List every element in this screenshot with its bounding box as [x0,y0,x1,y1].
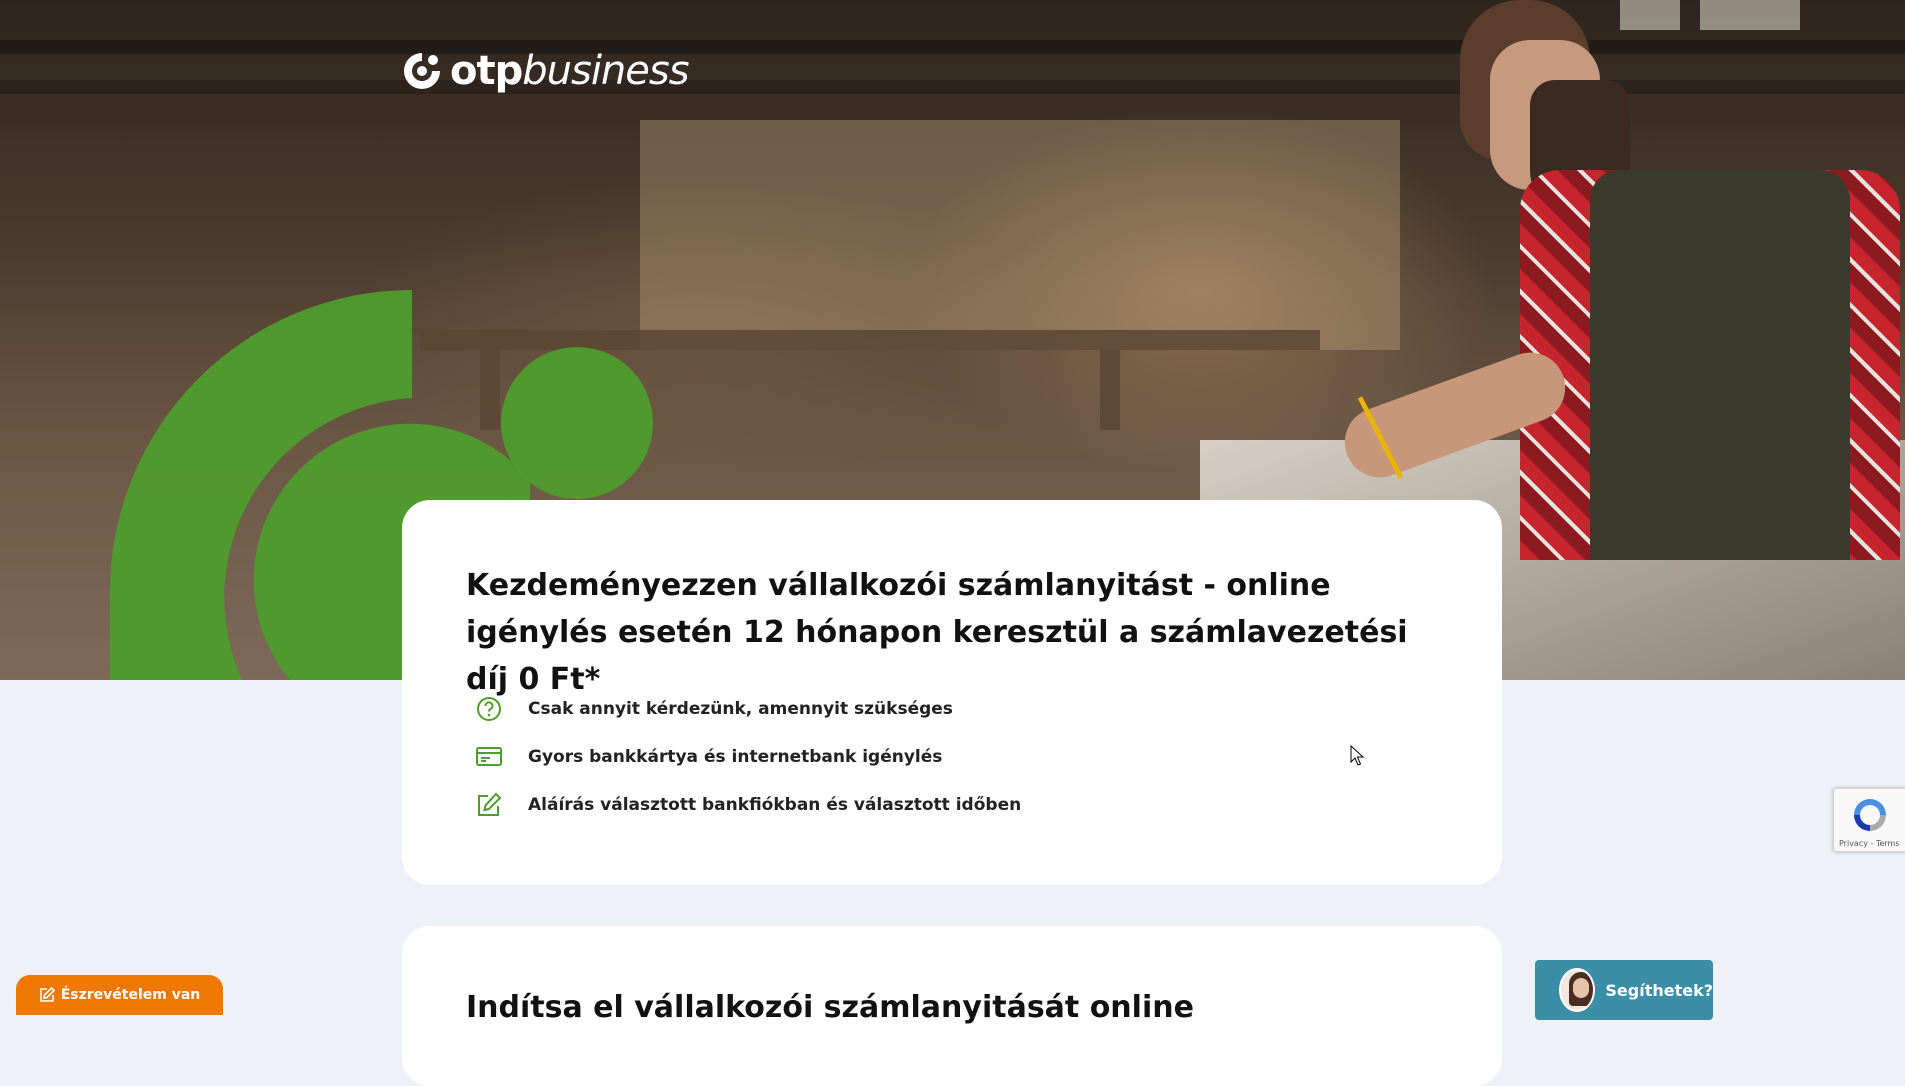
avatar [1559,968,1596,1012]
logo-wordmark: otpbusiness [450,48,690,94]
list-item: Gyors bankkártya és internetbank igénylé… [474,733,1021,781]
application-card: Indítsa el vállalkozói számlanyitását on… [402,926,1502,1086]
feature-list: Csak annyit kérdezünk, amennyit szüksége… [474,685,1021,829]
help-button-label: Segíthetek? [1605,980,1713,1000]
list-item: Aláírás választott bankfiókban és válasz… [474,781,1021,829]
intro-card: Kezdeményezzen vállalkozói számlanyitást… [402,500,1502,885]
recaptcha-badge[interactable]: Privacy - Terms [1833,788,1905,852]
edit-icon [39,987,55,1002]
card-icon [474,742,504,772]
edit-icon [474,790,504,820]
question-circle-icon [474,694,504,724]
help-chat-button[interactable]: Segíthetek? [1535,960,1713,1020]
recaptcha-icon [1854,799,1886,831]
feedback-button-label: Észrevételem van [60,987,201,1003]
otp-logo-icon [404,53,440,89]
feature-label: Aláírás választott bankfiókban és válasz… [528,795,1022,815]
list-item: Csak annyit kérdezünk, amennyit szüksége… [474,685,1021,733]
cursor-icon [1350,745,1365,766]
feedback-button[interactable]: Észrevételem van [16,975,223,1015]
feature-label: Gyors bankkártya és internetbank igénylé… [528,747,943,767]
page-title: Kezdeményezzen vállalkozói számlanyitást… [466,568,1408,697]
otp-business-logo[interactable]: otpbusiness [402,48,690,94]
feature-label: Csak annyit kérdezünk, amennyit szüksége… [528,699,953,719]
recaptcha-links[interactable]: Privacy - Terms [1839,839,1900,848]
